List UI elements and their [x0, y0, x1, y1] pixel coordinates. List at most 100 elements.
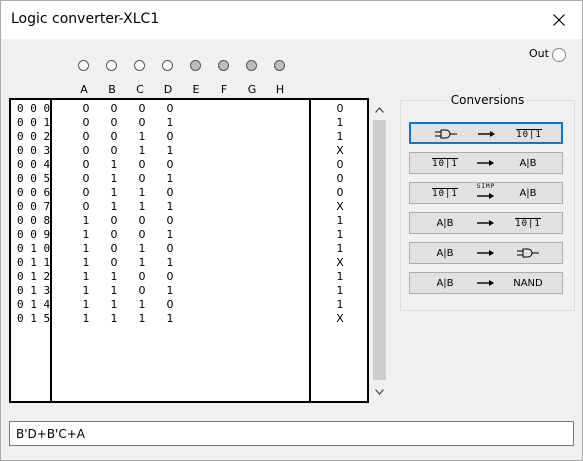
input-b-selector[interactable]: [106, 60, 117, 71]
input-h-selector[interactable]: [274, 60, 285, 71]
conversion-label: A|B: [519, 187, 537, 199]
output-value[interactable]: 1: [333, 298, 347, 312]
output-value[interactable]: 0: [333, 172, 347, 186]
input-c-selector[interactable]: [134, 60, 145, 71]
truth-table-symbol: 10|1: [515, 217, 541, 229]
input-bit: 0: [138, 116, 146, 129]
input-bit: 1: [166, 256, 174, 269]
scroll-down-icon[interactable]: [371, 383, 388, 400]
output-value[interactable]: 1: [333, 116, 347, 130]
input-bit: 0: [166, 186, 174, 199]
input-bit: 0: [82, 200, 90, 213]
input-bit: 0: [110, 256, 118, 269]
input-bit: 0: [110, 228, 118, 241]
output-value[interactable]: X: [333, 256, 347, 270]
input-bit: 1: [166, 312, 174, 325]
input-d-selector[interactable]: [162, 60, 173, 71]
input-bit: 0: [110, 102, 118, 115]
truth-table: 0 0 00 0 10 0 20 0 30 0 40 0 50 0 60 0 7…: [9, 98, 369, 403]
output-value[interactable]: 1: [333, 130, 347, 144]
input-bit: 1: [110, 270, 118, 283]
input-bit: 1: [110, 200, 118, 213]
truth-table-scrollbar[interactable]: [371, 101, 388, 400]
input-d-label: D: [163, 83, 173, 96]
input-a-label: A: [80, 83, 88, 96]
input-bit: 1: [166, 116, 174, 129]
input-f-selector[interactable]: [218, 60, 229, 71]
arrow-right-icon: [475, 275, 497, 291]
row-index: 0 0 0: [17, 102, 51, 115]
output-value[interactable]: 1: [333, 284, 347, 298]
output-value[interactable]: 0: [333, 186, 347, 200]
output-value[interactable]: 1: [333, 270, 347, 284]
input-bit: 0: [110, 214, 118, 227]
output-indicator[interactable]: [552, 48, 566, 62]
scroll-thumb[interactable]: [373, 120, 386, 380]
input-bit: 1: [82, 312, 90, 325]
output-value[interactable]: 1: [333, 214, 347, 228]
output-value[interactable]: X: [333, 144, 347, 158]
row-index: 0 0 4: [17, 158, 51, 171]
row-index: 0 1 1: [17, 256, 51, 269]
conversions-group: Conversions 10|1 10|1 A|B 10|1 SIMP A|B A|B 10|…: [400, 93, 575, 311]
expression-to-truth-table-button[interactable]: A|B 10|1: [409, 212, 563, 234]
row-index: 0 0 8: [17, 214, 51, 227]
truth-table-symbol: 10|1: [516, 128, 542, 140]
truth-table-symbol: 10|1: [432, 187, 458, 199]
row-index: 0 0 5: [17, 172, 51, 185]
logic-converter-window: Logic converter-XLC1 ABCDEFGH Out 0 0 00…: [0, 0, 583, 461]
output-value[interactable]: X: [333, 312, 347, 326]
input-bit: 0: [82, 186, 90, 199]
output-value[interactable]: 0: [333, 158, 347, 172]
input-bit: 1: [82, 256, 90, 269]
output-value[interactable]: 1: [333, 242, 347, 256]
expression-to-nand-button[interactable]: A|B NAND: [409, 272, 563, 294]
input-b-label: B: [108, 83, 116, 96]
input-bit: 0: [82, 172, 90, 185]
input-bit: 1: [166, 172, 174, 185]
output-value[interactable]: X: [333, 200, 347, 214]
input-bit: 1: [138, 186, 146, 199]
output-value[interactable]: 0: [333, 102, 347, 116]
input-bit: 0: [138, 270, 146, 283]
output-label: Out: [529, 47, 549, 60]
truth-table-to-expression-button[interactable]: 10|1 A|B: [409, 152, 563, 174]
input-bit: 0: [138, 172, 146, 185]
row-index: 0 1 5: [17, 312, 51, 325]
input-bit: 1: [138, 256, 146, 269]
expression-to-circuit-button[interactable]: A|B: [409, 242, 563, 264]
logic-gate-icon: [503, 246, 553, 260]
row-index: 0 0 7: [17, 200, 51, 213]
row-index: 0 0 6: [17, 186, 51, 199]
input-e-selector[interactable]: [190, 60, 201, 71]
close-button[interactable]: [536, 1, 582, 39]
input-bit: 1: [110, 186, 118, 199]
close-icon: [553, 14, 565, 26]
input-bit: 1: [138, 242, 146, 255]
window-title: Logic converter-XLC1: [11, 11, 160, 27]
simplify-label: SIMP: [476, 183, 496, 190]
input-bit: 1: [138, 200, 146, 213]
input-bit: 1: [82, 214, 90, 227]
input-bit: 1: [166, 144, 174, 157]
input-bit: 1: [110, 298, 118, 311]
expression-field[interactable]: B'D+B'C+A: [9, 421, 574, 446]
scroll-up-icon[interactable]: [371, 101, 388, 118]
input-bit: 0: [82, 144, 90, 157]
row-index: 0 0 3: [17, 144, 51, 157]
input-f-label: F: [220, 83, 228, 96]
input-g-selector[interactable]: [246, 60, 257, 71]
input-bit: 0: [166, 102, 174, 115]
input-bit: 1: [166, 284, 174, 297]
circuit-to-truth-table-button[interactable]: 10|1: [409, 122, 563, 144]
input-bit: 0: [166, 298, 174, 311]
output-value[interactable]: 1: [333, 228, 347, 242]
input-bit: 0: [166, 214, 174, 227]
input-bit: 1: [110, 284, 118, 297]
arrow-right-icon: [475, 245, 497, 261]
conversion-label: A|B: [519, 157, 537, 169]
truth-table-to-simplified-expression-button[interactable]: 10|1 SIMP A|B: [409, 182, 563, 204]
input-bit: 1: [138, 130, 146, 143]
input-bit: 1: [138, 312, 146, 325]
input-a-selector[interactable]: [78, 60, 89, 71]
